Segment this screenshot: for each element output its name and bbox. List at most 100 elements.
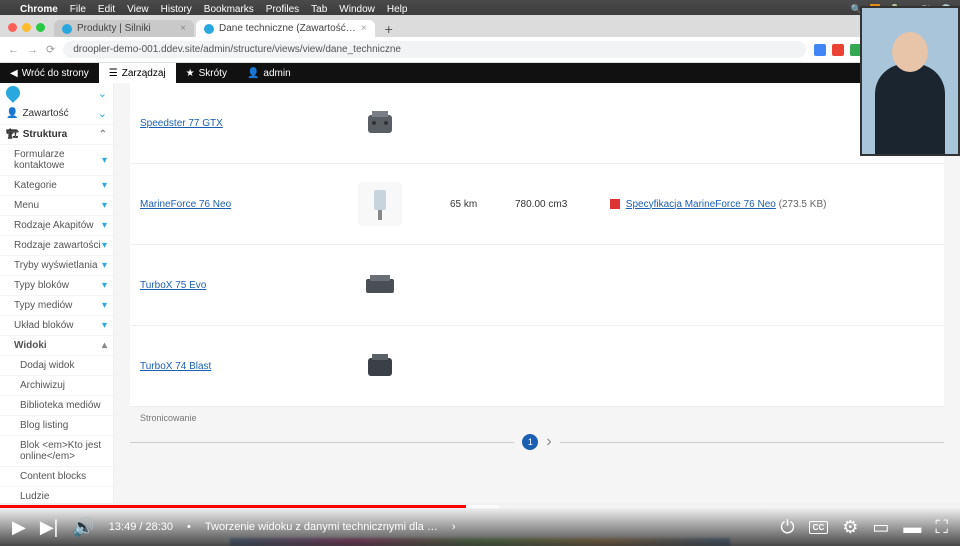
sidebar-item[interactable]: Kategorie▾: [0, 176, 113, 196]
cc-value: 780.00 cm3: [515, 199, 610, 210]
page-number[interactable]: 1: [522, 434, 538, 450]
file-cell: Specyfikacja MarineForce 76 Neo (273.5 K…: [610, 199, 934, 210]
minimize-window-icon[interactable]: [22, 23, 31, 32]
sidebar-subitem[interactable]: Ludzie: [0, 487, 113, 503]
close-window-icon[interactable]: [8, 23, 17, 32]
menu-window[interactable]: Window: [339, 4, 375, 15]
settings-icon[interactable]: ⚙: [842, 517, 858, 538]
video-title: Tworzenie widoku z danymi technicznymi d…: [205, 521, 438, 533]
autoplay-toggle[interactable]: ⏻: [780, 517, 794, 538]
play-icon[interactable]: ▶: [12, 517, 26, 538]
sidebar-item[interactable]: Menu▾: [0, 196, 113, 216]
fullscreen-icon[interactable]: ⛶: [935, 517, 948, 538]
browser-tabs: Produkty | Silniki × Dane techniczne (Za…: [0, 15, 960, 37]
address-bar[interactable]: droopler-demo-001.ddev.site/admin/struct…: [63, 41, 806, 58]
manage-button[interactable]: ☰ Zarządzaj: [99, 63, 176, 83]
new-tab-button[interactable]: +: [377, 21, 401, 37]
presenter-webcam: [860, 6, 960, 156]
browser-toolbar: ← → ⟳ droopler-demo-001.ddev.site/admin/…: [0, 37, 960, 63]
maximize-window-icon[interactable]: [36, 23, 45, 32]
sidebar-logo[interactable]: ⌄: [0, 83, 113, 103]
close-tab-icon[interactable]: ×: [180, 23, 186, 34]
table-row: MarineForce 76 Neo 65 km 780.00 cm3 Spec…: [130, 164, 944, 245]
sidebar-item[interactable]: Rodzaje Akapitów▾: [0, 216, 113, 236]
sidebar-subitem[interactable]: Blog listing: [0, 416, 113, 436]
sidebar-content[interactable]: 👤 Zawartość ⌄: [0, 103, 113, 125]
file-size: (273.5 KB): [779, 199, 827, 210]
ext-icon[interactable]: [832, 44, 844, 56]
browser-tab-2-active[interactable]: Dane techniczne (Zawartość… ×: [196, 20, 375, 37]
pager: 1 ›: [130, 429, 944, 455]
ext-icon[interactable]: [814, 44, 826, 56]
chevron-down-icon: ⌄: [98, 107, 107, 120]
chevron-up-icon: ⌃: [99, 129, 107, 140]
sidebar-item[interactable]: Układ bloków▾: [0, 316, 113, 336]
user-button[interactable]: 👤 admin: [237, 63, 301, 83]
shortcuts-button[interactable]: ★ Skróty: [176, 63, 237, 83]
product-link[interactable]: MarineForce 76 Neo: [140, 199, 231, 210]
sidebar-subitem[interactable]: Blok <em>Kto jest online</em>: [0, 436, 113, 467]
browser-tab-1[interactable]: Produkty | Silniki ×: [54, 20, 194, 37]
pdf-icon: [610, 199, 620, 209]
menu-bookmarks[interactable]: Bookmarks: [204, 4, 254, 15]
sidebar-structure[interactable]: 🏗 Struktura ⌃: [0, 125, 113, 145]
product-link[interactable]: TurboX 74 Blast: [140, 361, 211, 372]
product-image: [358, 263, 402, 307]
captions-button[interactable]: CC: [809, 521, 829, 534]
sidebar-views-active[interactable]: Widoki▴: [0, 336, 113, 356]
next-page-icon[interactable]: ›: [546, 433, 551, 451]
video-title-sep: •: [187, 521, 191, 533]
table-row: TurboX 75 Evo: [130, 245, 944, 326]
menu-edit[interactable]: Edit: [98, 4, 115, 15]
next-video-icon[interactable]: ▶|: [40, 517, 59, 538]
chapter-next-icon[interactable]: ›: [452, 521, 456, 533]
menu-file[interactable]: File: [70, 4, 86, 15]
sidebar-subitem[interactable]: Content blocks: [0, 467, 113, 487]
app-name[interactable]: Chrome: [20, 4, 58, 15]
chevron-down-icon: ⌄: [98, 87, 107, 100]
pagination-label: Stronicowanie: [130, 407, 944, 429]
youtube-controls: ▶ ▶| 🔊 13:49 / 28:30 • Tworzenie widoku …: [0, 508, 960, 546]
results-table: Speedster 77 GTX MarineForce 76 Neo 65 k…: [130, 83, 944, 407]
menu-help[interactable]: Help: [387, 4, 408, 15]
view-preview: Speedster 77 GTX MarineForce 76 Neo 65 k…: [114, 83, 960, 503]
product-image: [358, 344, 402, 388]
sidebar-subitem[interactable]: Dodaj widok: [0, 356, 113, 376]
url-text: droopler-demo-001.ddev.site/admin/struct…: [73, 44, 401, 55]
reload-icon[interactable]: ⟳: [46, 43, 55, 56]
table-row: TurboX 74 Blast: [130, 326, 944, 407]
favicon-icon: [204, 24, 214, 34]
sidebar-item[interactable]: Tryby wyświetlania▾: [0, 256, 113, 276]
sidebar-subitem[interactable]: Biblioteka mediów: [0, 396, 113, 416]
close-tab-icon[interactable]: ×: [361, 23, 367, 34]
favicon-icon: [62, 24, 72, 34]
product-link[interactable]: TurboX 75 Evo: [140, 280, 206, 291]
menu-view[interactable]: View: [127, 4, 149, 15]
menu-profiles[interactable]: Profiles: [266, 4, 299, 15]
sidebar-subitem[interactable]: Archiwizuj: [0, 376, 113, 396]
sidebar-item[interactable]: Formularze kontaktowe▾: [0, 145, 113, 176]
back-icon[interactable]: ←: [8, 44, 19, 56]
tab-title: Produkty | Silniki: [77, 23, 151, 34]
forward-icon[interactable]: →: [27, 44, 38, 56]
km-value: 65 km: [450, 199, 515, 210]
theater-icon[interactable]: ▬: [903, 517, 921, 538]
product-link[interactable]: Speedster 77 GTX: [140, 118, 223, 129]
tab-title: Dane techniczne (Zawartość…: [219, 23, 356, 34]
product-image: [358, 182, 402, 226]
sidebar-item[interactable]: Typy mediów▾: [0, 296, 113, 316]
volume-icon[interactable]: 🔊: [72, 517, 94, 538]
spec-file-link[interactable]: Specyfikacja MarineForce 76 Neo: [626, 199, 776, 210]
back-to-site-button[interactable]: ◀ Wróć do strony: [0, 63, 99, 83]
sidebar-item[interactable]: Typy bloków▾: [0, 276, 113, 296]
table-row: Speedster 77 GTX: [130, 83, 944, 164]
menu-tab[interactable]: Tab: [311, 4, 327, 15]
product-image: [358, 101, 402, 145]
time-display: 13:49 / 28:30: [109, 521, 173, 533]
sidebar-item[interactable]: Rodzaje zawartości▾: [0, 236, 113, 256]
menu-history[interactable]: History: [161, 4, 192, 15]
miniplayer-icon[interactable]: ▭: [872, 517, 889, 538]
admin-sidebar: ⌄ 👤 Zawartość ⌄ 🏗 Struktura ⌃ Formularze…: [0, 83, 114, 503]
drupal-admin-toolbar: ◀ Wróć do strony ☰ Zarządzaj ★ Skróty 👤 …: [0, 63, 960, 83]
drupal-logo-icon: [3, 83, 23, 103]
